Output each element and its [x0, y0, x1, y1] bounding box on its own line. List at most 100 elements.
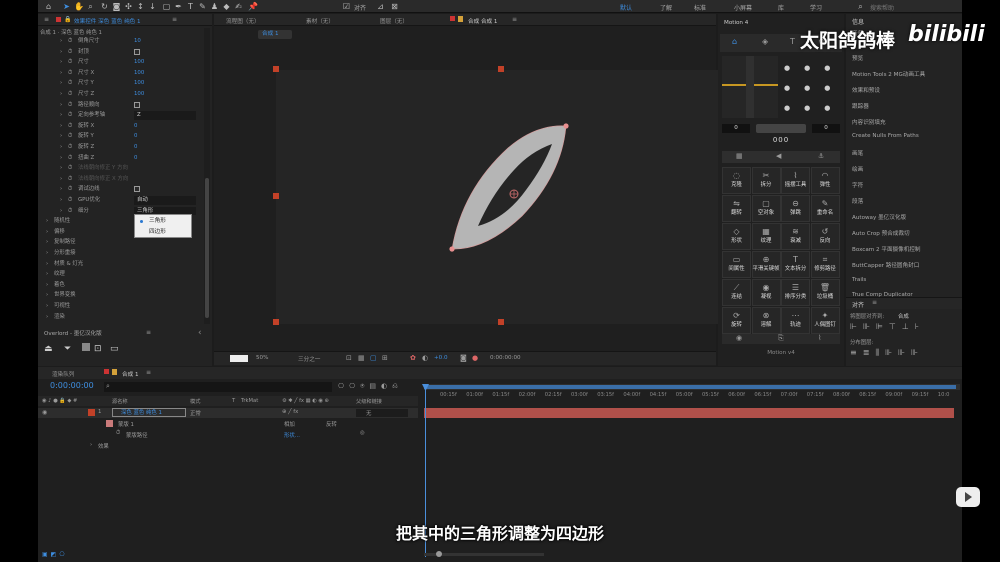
col-trkmat[interactable]: TrkMat [241, 398, 258, 404]
effect-property-row[interactable]: › ⏱ 旋转 Y 0 [38, 131, 204, 142]
mask-path-row[interactable]: ⏱ 蒙版路径 形状... ◎ [38, 430, 418, 440]
transform-handle-tl[interactable] [273, 66, 279, 72]
expand-arrow-icon[interactable]: › [60, 174, 62, 185]
stopwatch-icon[interactable]: ⏱ [68, 57, 72, 68]
eye-icon[interactable]: ◉ [736, 334, 742, 342]
property-select[interactable]: 自动 [134, 196, 196, 205]
layer-duration-bar[interactable] [424, 408, 954, 418]
comp-canvas[interactable] [276, 70, 730, 324]
work-area-bar[interactable] [424, 384, 960, 390]
effect-property-row[interactable]: › ⏱ GPU优化 自动 [38, 195, 204, 206]
panel-list-item[interactable]: 段落 [852, 197, 863, 205]
search-help-input[interactable]: 搜索帮助 [870, 3, 894, 12]
panel-list-item[interactable]: Motion Tools 2 MG动画工具 [852, 70, 925, 78]
stopwatch-icon[interactable]: ⏱ [68, 36, 72, 47]
timeline-footer-icons[interactable]: ▣◩⎔ [42, 551, 68, 558]
region-of-interest-icon[interactable]: ⊡ [346, 354, 352, 362]
motion-button[interactable]: ▦ 纹理 [751, 223, 781, 250]
effect-property-row[interactable]: › 材质 & 灯光 [38, 259, 204, 270]
home-icon[interactable]: ⌂ [44, 2, 53, 11]
layer-parent-select[interactable]: 无 [356, 409, 408, 417]
snap-checkbox[interactable]: ☑ [342, 2, 351, 11]
panel-options-icon[interactable]: ≡ [512, 16, 517, 23]
stopwatch-icon[interactable]: ⏱ [68, 131, 72, 142]
layer-switches[interactable]: ⊕ ╱ fx [282, 409, 298, 415]
roto-tool-icon[interactable]: ✍ [234, 2, 243, 11]
close-icon[interactable] [56, 17, 61, 22]
tab-render-queue[interactable]: 渲染队列 [52, 370, 74, 378]
property-value[interactable]: 100 [134, 78, 144, 89]
expand-arrow-icon[interactable]: › [46, 269, 48, 280]
resolution-select[interactable]: 三分之一 [298, 355, 320, 363]
motion-button[interactable]: ✂ 拆分 [751, 167, 781, 194]
timeline-search-input[interactable]: ⌕ [104, 382, 332, 392]
motion-button[interactable]: ☰ 排序分类 [781, 279, 810, 306]
layer-row[interactable]: ◉ 1 深色 蓝色 纯色 1 正常 ⊕ ╱ fx 无 [38, 408, 418, 418]
distribute-buttons[interactable]: ≡≣⫼⊪⊪⊪ [850, 348, 958, 358]
property-select[interactable]: Z [134, 111, 196, 120]
transform-handle-bc[interactable] [498, 319, 504, 325]
timeline-switch-buttons[interactable]: ⎔⎔⍟▤◐⎌ [338, 382, 403, 391]
viewer-timecode[interactable]: 0:00:00:00 [490, 355, 521, 361]
selection-tool-icon[interactable]: ➤ [62, 2, 71, 11]
motion-button[interactable]: ⟳ 旋转 [722, 307, 751, 334]
move-down-tool-icon[interactable]: ↓ [148, 2, 157, 11]
motion-button[interactable]: T 文本拆分 [781, 251, 810, 278]
layer-mode[interactable]: 正常 [190, 409, 201, 417]
panel-options-icon[interactable]: ≡ [872, 299, 877, 306]
mask-row[interactable]: 蒙版 1 相加 反转 [38, 419, 418, 429]
expand-arrow-icon[interactable]: › [46, 312, 48, 323]
workspace-standard[interactable]: 标准 [694, 3, 706, 12]
effects-row[interactable]: › 效果 [38, 441, 418, 451]
stopwatch-icon[interactable]: ⏱ [68, 142, 72, 153]
calendar-icon[interactable]: ▦ [736, 152, 743, 160]
property-value[interactable]: 100 [134, 68, 144, 79]
zoom-slider[interactable] [424, 551, 544, 557]
expand-arrow-icon[interactable]: › [46, 227, 48, 238]
expand-arrow-icon[interactable]: › [60, 68, 62, 79]
scrollbar[interactable] [204, 28, 210, 324]
mask-name[interactable]: 蒙版 1 [118, 420, 134, 428]
snapshot-icon[interactable]: ◙ [460, 354, 467, 362]
tab-comp-1[interactable]: 合成 1 [122, 370, 139, 378]
transform-handle-ml[interactable] [273, 193, 279, 199]
effect-property-row[interactable]: › 纹理 [38, 269, 204, 280]
motion-button[interactable]: ↺ 反向 [810, 223, 840, 250]
panel-list-item[interactable]: 字符 [852, 181, 863, 189]
motion-button[interactable]: ⇋ 翻转 [722, 195, 751, 222]
property-value[interactable]: 10 [134, 36, 141, 47]
motion-button[interactable]: ◇ 形状 [722, 223, 751, 250]
property-value[interactable]: 0 [134, 131, 137, 142]
rotate-tool-icon[interactable]: ↻ [100, 2, 109, 11]
exposure-icon[interactable]: ◐ [422, 354, 428, 362]
expand-arrow-icon[interactable]: › [60, 36, 62, 47]
property-value[interactable]: 100 [134, 89, 144, 100]
camera-tool-icon[interactable]: ◙ [112, 2, 121, 11]
stopwatch-icon[interactable]: ⏱ [116, 430, 120, 437]
snap-option-icon[interactable]: ⊿ [376, 2, 385, 11]
property-checkbox[interactable] [134, 101, 140, 108]
effect-property-row[interactable]: › ⏱ 旋转 X 0 [38, 121, 204, 132]
easing-graph[interactable] [722, 56, 778, 118]
guides-icon[interactable]: ⊞ [382, 354, 388, 362]
stopwatch-icon[interactable]: ⏱ [68, 153, 72, 164]
stopwatch-icon[interactable]: ⏱ [68, 184, 72, 195]
transform-handle-tc[interactable] [498, 66, 504, 72]
property-value[interactable]: 0 [134, 153, 137, 164]
scrollbar-thumb[interactable] [205, 178, 209, 318]
lock-icon[interactable]: 🔒 [64, 16, 71, 23]
expand-arrow-icon[interactable]: › [60, 184, 62, 195]
expand-arrow-icon[interactable]: › [60, 195, 62, 206]
motion-button[interactable]: ◠ 弹性 [810, 167, 840, 194]
motion-tab-pin-icon[interactable]: ⌂ [732, 37, 737, 46]
workspace-small-screen[interactable]: 小屏幕 [734, 3, 752, 12]
overlord-grid-icon[interactable] [82, 343, 90, 351]
property-value[interactable]: 0 [134, 142, 137, 153]
motion-button[interactable]: ✦ 人偶图钉 [810, 307, 840, 334]
copy-icon[interactable]: ⎘ [778, 334, 784, 343]
search-icon[interactable]: ⌕ [856, 2, 865, 11]
tab-flowchart[interactable]: 流程图（无） [226, 17, 260, 25]
effect-property-row[interactable]: › ⏱ 封顶 [38, 47, 204, 58]
expand-arrow-icon[interactable]: › [46, 216, 48, 227]
workspace-learn-2[interactable]: 学习 [810, 3, 822, 12]
